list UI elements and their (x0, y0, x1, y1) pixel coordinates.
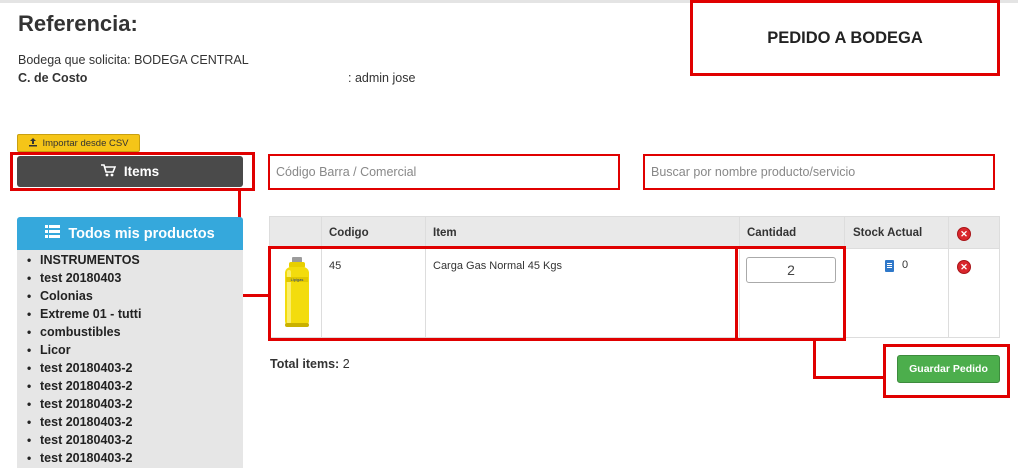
save-label: Guardar Pedido (909, 363, 988, 375)
pedido-a-bodega-box: PEDIDO A BODEGA (690, 0, 1000, 76)
bodega-line: Bodega que solicita: BODEGA CENTRAL (18, 53, 249, 67)
bodega-label: Bodega que solicita: (18, 53, 131, 67)
header-item: Item (433, 227, 457, 239)
category-list: INSTRUMENTOS test 20180403 Colonias Extr… (17, 250, 243, 468)
category-item[interactable]: test 20180403-2 (27, 377, 243, 395)
bodega-value: BODEGA CENTRAL (134, 53, 249, 67)
items-button[interactable]: Items (17, 156, 243, 187)
category-item[interactable]: test 20180403-2 (27, 359, 243, 377)
category-item[interactable]: test 20180403-2 (27, 413, 243, 431)
todos-label: Todos mis productos (68, 225, 215, 242)
guardar-pedido-button[interactable]: Guardar Pedido (897, 355, 1000, 383)
items-label: Items (123, 164, 160, 179)
document-icon[interactable] (885, 260, 894, 272)
import-csv-label: Importar desde CSV (42, 137, 129, 149)
column-divider (948, 217, 949, 337)
quantity-highlight (735, 246, 846, 341)
header-codigo: Codigo (329, 227, 369, 239)
pedido-label: PEDIDO A BODEGA (767, 28, 923, 47)
page-title: Referencia: (18, 11, 138, 36)
category-item[interactable]: test 20180403-2 (27, 431, 243, 449)
stock-value: 0 (902, 259, 909, 271)
category-item[interactable]: combustibles (27, 323, 243, 341)
import-csv-button[interactable]: Importar desde CSV (17, 134, 140, 152)
header-stock: Stock Actual (853, 227, 923, 239)
nombre-placeholder: Buscar por nombre producto/servicio (651, 165, 856, 179)
total-items: Total items: 2 (270, 357, 350, 371)
remove-row-icon[interactable]: ✕ (957, 260, 971, 274)
category-item[interactable]: Licor (27, 341, 243, 359)
todos-mis-productos-button[interactable]: Todos mis productos (17, 217, 243, 250)
category-item[interactable]: test 20180403-2 (27, 449, 243, 467)
upload-icon (28, 137, 38, 150)
annotation-connector (813, 341, 816, 379)
user-text: : admin jose (348, 71, 416, 85)
category-item[interactable]: test 20180403-2 (27, 395, 243, 413)
annotation-connector (813, 376, 883, 379)
codigo-placeholder: Código Barra / Comercial (276, 165, 417, 179)
total-label: Total items: (270, 357, 340, 371)
total-value: 2 (342, 357, 350, 371)
category-item[interactable]: test 20180403 (27, 269, 243, 287)
header-cantidad: Cantidad (747, 227, 797, 239)
costo-line: C. de Costo : admin jose (18, 71, 415, 85)
nombre-search-input[interactable]: Buscar por nombre producto/servicio (643, 154, 995, 190)
category-item[interactable]: INSTRUMENTOS (27, 251, 243, 269)
cart-icon (100, 163, 117, 180)
codigo-search-input[interactable]: Código Barra / Comercial (268, 154, 620, 190)
item-row-highlight (268, 246, 738, 341)
category-item[interactable]: Colonias (27, 287, 243, 305)
list-icon (45, 225, 61, 242)
remove-all-icon[interactable]: ✕ (957, 227, 971, 241)
category-item[interactable]: Extreme 01 - tutti (27, 305, 243, 323)
costo-label: C. de Costo (18, 71, 88, 85)
